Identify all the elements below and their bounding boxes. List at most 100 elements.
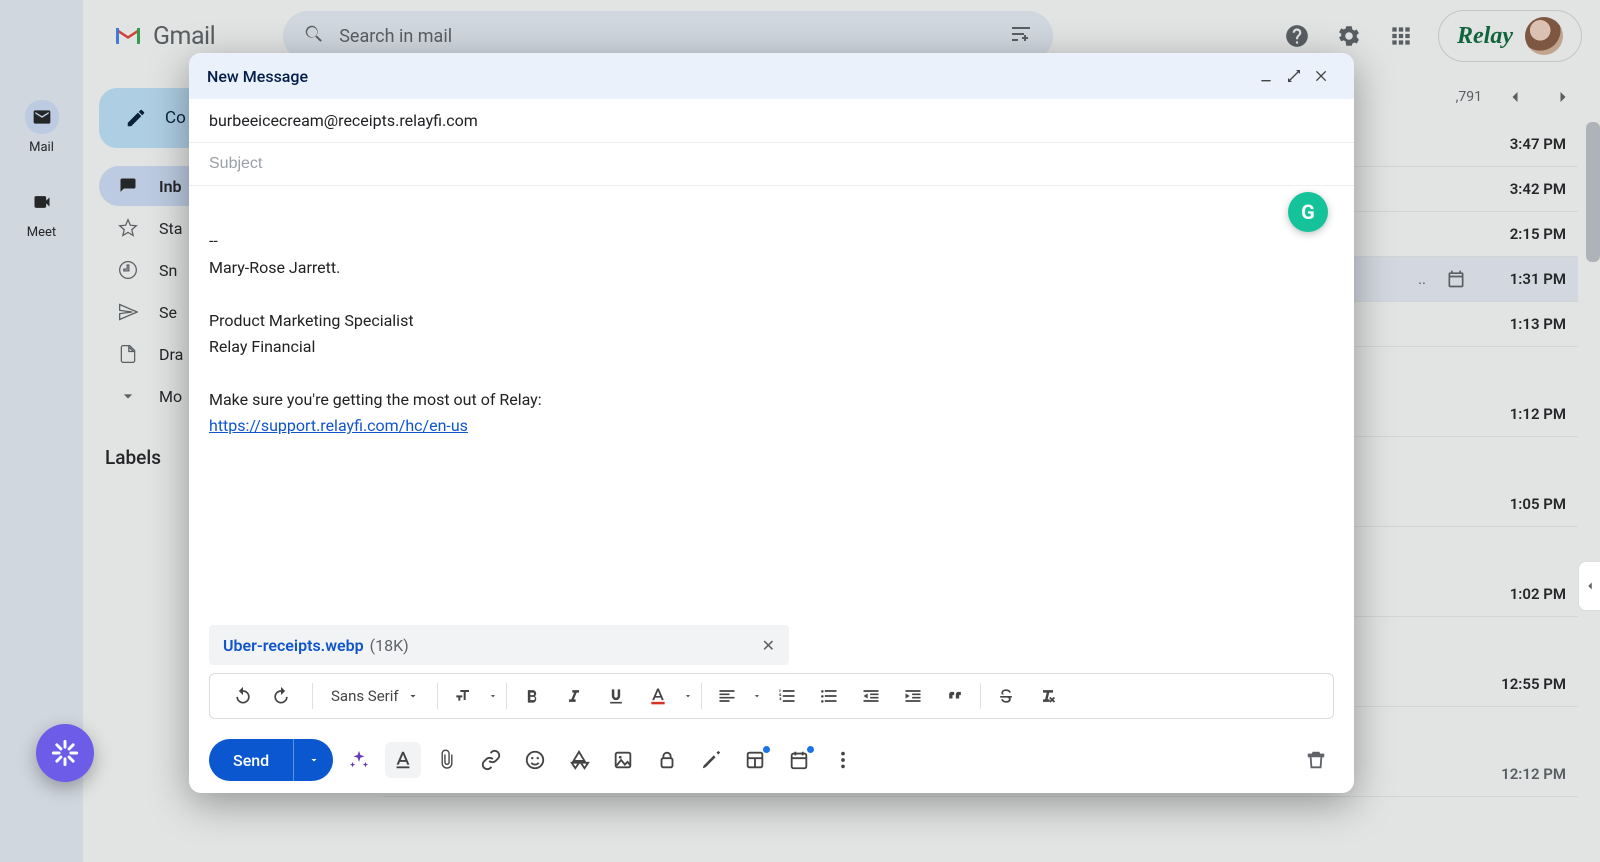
mail-time: 3:47 PM: [1486, 135, 1566, 153]
scrollbar-thumb[interactable]: [1586, 122, 1600, 262]
nav-sent-label: Se: [159, 303, 177, 322]
mail-time: 12:55 PM: [1486, 675, 1566, 693]
send-icon: [117, 302, 139, 322]
signature-name: Mary-Rose Jarrett.: [209, 255, 1334, 281]
send-row: Send: [189, 727, 1354, 793]
mail-time: 1:05 PM: [1486, 495, 1566, 513]
mail-time: 1:31 PM: [1486, 270, 1566, 288]
more-options-icon[interactable]: [825, 742, 861, 778]
minimize-icon[interactable]: [1252, 62, 1280, 90]
bold-icon[interactable]: [515, 679, 549, 713]
compose-window: New Message burbeeicecream@receipts.rela…: [189, 53, 1354, 793]
to-value: burbeeicecream@receipts.relayfi.com: [209, 111, 478, 130]
close-icon[interactable]: [1308, 62, 1336, 90]
apps-grid-icon[interactable]: [1386, 21, 1416, 51]
user-avatar[interactable]: [1525, 17, 1563, 55]
nav-more-label: Mo: [159, 387, 182, 406]
page-count: ,791: [1456, 89, 1482, 105]
subject-field[interactable]: [189, 143, 1354, 186]
to-field[interactable]: burbeeicecream@receipts.relayfi.com: [189, 99, 1354, 143]
strikethrough-icon[interactable]: [989, 679, 1023, 713]
font-family-label: Sans Serif: [331, 687, 399, 705]
indent-more-icon[interactable]: [896, 679, 930, 713]
formatting-toolbar: Sans Serif: [209, 673, 1334, 719]
rail-mail-label: Mail: [29, 140, 54, 155]
send-button[interactable]: Send: [209, 739, 293, 781]
bulleted-list-icon[interactable]: [812, 679, 846, 713]
relay-account-chip[interactable]: Relay: [1438, 10, 1582, 62]
side-panel-toggle[interactable]: [1578, 561, 1600, 611]
search-options-icon[interactable]: [1009, 22, 1033, 51]
logo-area[interactable]: Gmail: [113, 22, 215, 51]
support-icon[interactable]: [1282, 21, 1312, 51]
compose-label: Co: [165, 108, 186, 128]
indent-less-icon[interactable]: [854, 679, 888, 713]
compose-body[interactable]: G -- Mary-Rose Jarrett. Product Marketin…: [189, 186, 1354, 625]
image-icon[interactable]: [605, 742, 641, 778]
ai-spark-icon[interactable]: [341, 742, 377, 778]
signature-pen-icon[interactable]: [693, 742, 729, 778]
text-format-toggle-icon[interactable]: [385, 742, 421, 778]
signature-divider: --: [209, 228, 1334, 254]
subject-input[interactable]: [209, 155, 1334, 173]
signature-link[interactable]: https://support.relayfi.com/hc/en-us: [209, 416, 468, 435]
inbox-icon: [117, 176, 139, 196]
clear-formatting-icon[interactable]: [1031, 679, 1065, 713]
layout-icon[interactable]: [737, 742, 773, 778]
drive-icon[interactable]: [561, 742, 597, 778]
grammarly-icon[interactable]: G: [1288, 192, 1328, 232]
send-button-group: Send: [209, 739, 333, 781]
compose-header[interactable]: New Message: [189, 53, 1354, 99]
align-icon[interactable]: [710, 679, 744, 713]
file-icon: [117, 344, 139, 364]
star-icon: [117, 218, 139, 238]
popout-icon[interactable]: [1280, 62, 1308, 90]
nav-inbox-label: Inb: [159, 177, 182, 196]
settings-gear-icon[interactable]: [1334, 21, 1364, 51]
attachment-chip[interactable]: Uber-receipts.webp (18K) ✕: [209, 625, 789, 665]
app-root: Mail Meet Gmail Search in mail: [0, 0, 1600, 862]
relay-brand-text: Relay: [1457, 23, 1513, 50]
font-family-select[interactable]: Sans Serif: [321, 687, 429, 705]
mail-time: 1:13 PM: [1486, 315, 1566, 333]
attachment-size: (18K): [370, 636, 409, 655]
mail-time: 1:12 PM: [1486, 405, 1566, 423]
search-placeholder: Search in mail: [339, 26, 995, 47]
attach-icon[interactable]: [429, 742, 465, 778]
meet-icon: [25, 185, 59, 219]
gmail-brand-text: Gmail: [153, 22, 215, 51]
numbered-list-icon[interactable]: [770, 679, 804, 713]
redo-icon[interactable]: [264, 679, 298, 713]
discard-draft-icon[interactable]: [1298, 742, 1334, 778]
mail-ellipsis: ..: [1418, 270, 1426, 288]
undo-icon[interactable]: [226, 679, 260, 713]
signature-cta: Make sure you're getting the most out of…: [209, 387, 1334, 413]
chevron-down-icon: [117, 386, 139, 406]
attachment-name: Uber-receipts.webp: [223, 636, 364, 655]
rail-meet-label: Meet: [27, 225, 56, 240]
text-color-icon[interactable]: [641, 679, 675, 713]
rail-meet[interactable]: Meet: [25, 185, 59, 240]
italic-icon[interactable]: [557, 679, 591, 713]
nav-starred-label: Sta: [159, 219, 182, 238]
mail-time: 12:12 PM: [1486, 765, 1566, 783]
send-options-dropdown[interactable]: [293, 739, 333, 781]
gmail-logo-icon: [113, 24, 143, 48]
prev-page-icon[interactable]: [1500, 82, 1530, 112]
clock-icon: [117, 260, 139, 280]
attachment-remove-icon[interactable]: ✕: [762, 636, 775, 655]
mail-time: 2:15 PM: [1486, 225, 1566, 243]
nav-drafts-label: Dra: [159, 345, 183, 364]
emoji-icon[interactable]: [517, 742, 553, 778]
quote-icon[interactable]: [938, 679, 972, 713]
next-page-icon[interactable]: [1548, 82, 1578, 112]
underline-icon[interactable]: [599, 679, 633, 713]
signature-title: Product Marketing Specialist: [209, 308, 1334, 334]
loom-fab-icon[interactable]: [36, 724, 94, 782]
schedule-icon[interactable]: [781, 742, 817, 778]
rail-mail[interactable]: Mail: [25, 100, 59, 155]
confidential-icon[interactable]: [649, 742, 685, 778]
link-icon[interactable]: [473, 742, 509, 778]
font-size-icon[interactable]: [446, 679, 480, 713]
search-icon: [303, 23, 325, 50]
